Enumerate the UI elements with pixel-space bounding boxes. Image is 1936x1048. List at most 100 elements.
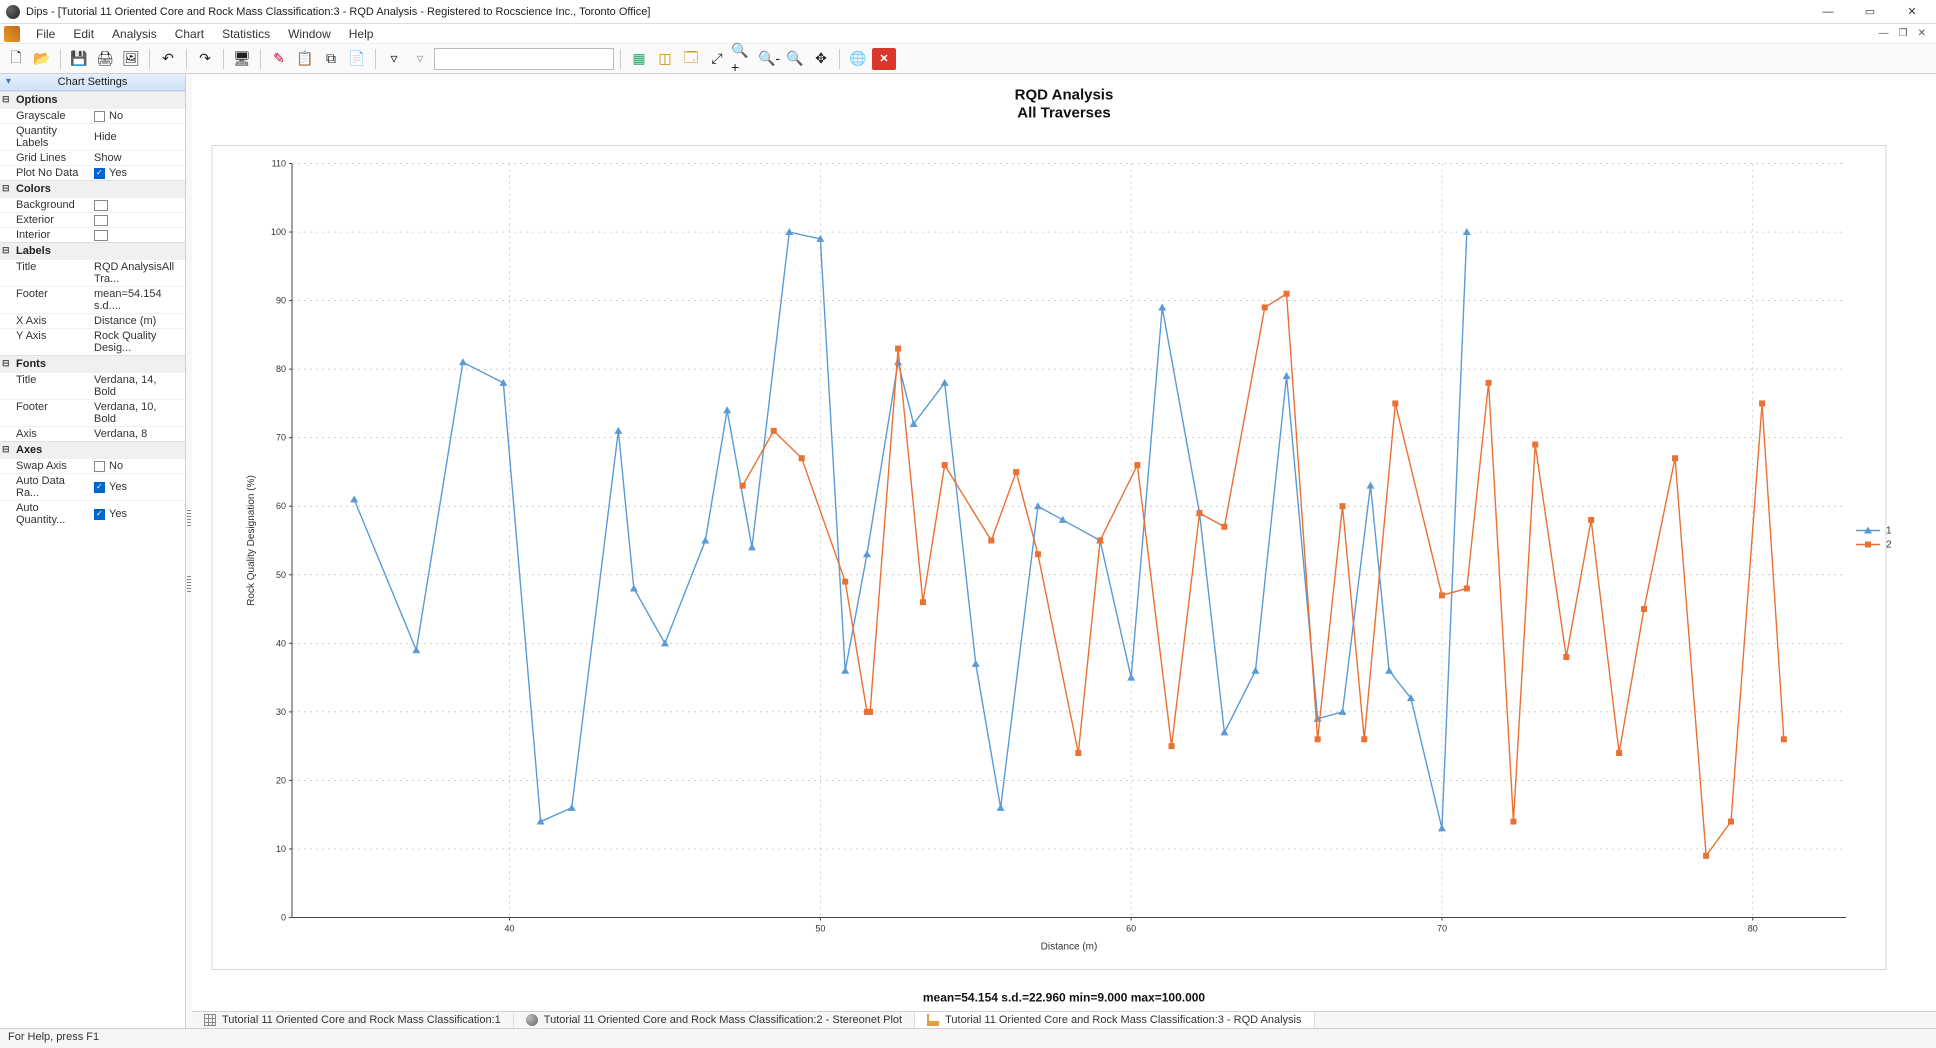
copy-image-icon[interactable]: 🖼 bbox=[119, 47, 143, 71]
screen-icon[interactable]: 🖥 bbox=[230, 47, 254, 71]
prop-row[interactable]: X AxisDistance (m) bbox=[0, 313, 185, 328]
prop-value[interactable]: Yes bbox=[90, 166, 185, 180]
window-icon[interactable]: 🗔 bbox=[679, 47, 703, 71]
doc-tab[interactable]: Tutorial 11 Oriented Core and Rock Mass … bbox=[192, 1012, 514, 1028]
menu-help[interactable]: Help bbox=[341, 25, 382, 43]
checkbox-icon[interactable] bbox=[94, 461, 105, 472]
close-button[interactable]: ✕ bbox=[1900, 3, 1924, 21]
color-swatch[interactable] bbox=[94, 230, 108, 241]
prop-value[interactable]: No bbox=[90, 109, 185, 123]
x-tick-label: 70 bbox=[1437, 924, 1447, 934]
data-marker bbox=[1097, 538, 1103, 544]
prop-row[interactable]: GrayscaleNo bbox=[0, 108, 185, 123]
close-view-button[interactable]: ✕ bbox=[872, 48, 896, 70]
checkbox-icon[interactable] bbox=[94, 482, 105, 493]
zoom-out-icon[interactable]: 🔍- bbox=[757, 47, 781, 71]
prop-row[interactable]: Auto Data Ra...Yes bbox=[0, 473, 185, 500]
save-icon[interactable]: 💾 bbox=[67, 47, 91, 71]
menu-analysis[interactable]: Analysis bbox=[104, 25, 165, 43]
checkbox-icon[interactable] bbox=[94, 168, 105, 179]
fit-extents-icon[interactable]: ⤢ bbox=[705, 47, 729, 71]
prop-row[interactable]: TitleVerdana, 14, Bold bbox=[0, 372, 185, 399]
prop-value[interactable]: Distance (m) bbox=[90, 314, 185, 328]
maximize-button[interactable]: ▭ bbox=[1858, 3, 1882, 21]
filter-combo[interactable] bbox=[434, 48, 614, 70]
grid-icon bbox=[204, 1014, 216, 1026]
data-marker bbox=[412, 646, 420, 653]
prop-row[interactable]: Footermean=54.154 s.d.... bbox=[0, 286, 185, 313]
prop-value[interactable]: Show bbox=[90, 151, 185, 165]
globe-icon[interactable]: 🌐 bbox=[846, 47, 870, 71]
prop-row[interactable]: Exterior bbox=[0, 212, 185, 227]
doc-tab[interactable]: Tutorial 11 Oriented Core and Rock Mass … bbox=[514, 1012, 915, 1028]
open-file-icon[interactable]: 📂 bbox=[30, 47, 54, 71]
menu-window[interactable]: Window bbox=[280, 25, 339, 43]
paste-icon[interactable]: 📄 bbox=[345, 47, 369, 71]
prop-category[interactable]: Options bbox=[0, 91, 185, 108]
redo-icon[interactable]: ↷ bbox=[193, 47, 217, 71]
grid-view-icon[interactable]: ▦ bbox=[627, 47, 651, 71]
prop-category[interactable]: Labels bbox=[0, 242, 185, 259]
prop-value[interactable]: Verdana, 14, Bold bbox=[90, 373, 185, 399]
prop-value[interactable]: No bbox=[90, 459, 185, 473]
prop-value[interactable]: Hide bbox=[90, 124, 185, 150]
prop-value[interactable]: Rock Quality Desig... bbox=[90, 329, 185, 355]
checkbox-icon[interactable] bbox=[94, 111, 105, 122]
main-toolbar: 🗋 📂 💾 🖨 🖼 ↶ ↷ 🖥 ✎ 📋 ⧉ 📄 ▿ ▿ ▦ ◫ 🗔 ⤢ 🔍+ 🔍… bbox=[0, 44, 1936, 74]
minimize-button[interactable]: — bbox=[1816, 3, 1840, 21]
clipboard-icon[interactable]: 📋 bbox=[293, 47, 317, 71]
pan-icon[interactable]: ✥ bbox=[809, 47, 833, 71]
filter-icon[interactable]: ▿ bbox=[382, 47, 406, 71]
prop-value[interactable]: mean=54.154 s.d.... bbox=[90, 287, 185, 313]
prop-row[interactable]: FooterVerdana, 10, Bold bbox=[0, 399, 185, 426]
menu-statistics[interactable]: Statistics bbox=[214, 25, 278, 43]
panel-title[interactable]: Chart Settings bbox=[0, 74, 185, 91]
prop-row[interactable]: Interior bbox=[0, 227, 185, 242]
zoom-in-icon[interactable]: 🔍+ bbox=[731, 47, 755, 71]
color-swatch[interactable] bbox=[94, 215, 108, 226]
prop-row[interactable]: Grid LinesShow bbox=[0, 150, 185, 165]
undo-icon[interactable]: ↶ bbox=[156, 47, 180, 71]
prop-category[interactable]: Axes bbox=[0, 441, 185, 458]
prop-row[interactable]: AxisVerdana, 8 bbox=[0, 426, 185, 441]
data-marker bbox=[723, 406, 731, 413]
prop-category[interactable]: Fonts bbox=[0, 355, 185, 372]
checkbox-icon[interactable] bbox=[94, 509, 105, 520]
menu-edit[interactable]: Edit bbox=[65, 25, 102, 43]
mdi-minimize-button[interactable]: — bbox=[1879, 28, 1889, 39]
prop-value[interactable]: Yes bbox=[90, 501, 185, 527]
prop-value[interactable]: RQD AnalysisAll Tra... bbox=[90, 260, 185, 286]
menu-file[interactable]: File bbox=[28, 25, 63, 43]
mdi-restore-button[interactable]: ❐ bbox=[1899, 28, 1908, 39]
prop-row[interactable]: Background bbox=[0, 197, 185, 212]
prop-value[interactable]: Verdana, 8 bbox=[90, 427, 185, 441]
print-icon[interactable]: 🖨 bbox=[93, 47, 117, 71]
prop-value-text: Verdana, 14, Bold bbox=[94, 374, 181, 398]
property-grid[interactable]: OptionsGrayscaleNoQuantity LabelsHideGri… bbox=[0, 91, 185, 1028]
prop-row[interactable]: Plot No DataYes bbox=[0, 165, 185, 180]
doc-tab[interactable]: Tutorial 11 Oriented Core and Rock Mass … bbox=[915, 1012, 1314, 1028]
new-file-icon[interactable]: 🗋 bbox=[4, 47, 28, 71]
prop-row[interactable]: Quantity LabelsHide bbox=[0, 123, 185, 150]
data-marker bbox=[1672, 455, 1678, 461]
prop-value[interactable]: Yes bbox=[90, 474, 185, 500]
prop-value[interactable] bbox=[90, 198, 185, 212]
data-marker bbox=[1339, 708, 1347, 715]
prop-value[interactable] bbox=[90, 213, 185, 227]
prop-row[interactable]: Auto Quantity...Yes bbox=[0, 500, 185, 527]
zoom-reset-icon[interactable]: 🔍 bbox=[783, 47, 807, 71]
split-view-icon[interactable]: ◫ bbox=[653, 47, 677, 71]
prop-row[interactable]: Swap AxisNo bbox=[0, 458, 185, 473]
edit-icon[interactable]: ✎ bbox=[267, 47, 291, 71]
prop-category[interactable]: Colors bbox=[0, 180, 185, 197]
color-swatch[interactable] bbox=[94, 200, 108, 211]
chart-subtitle: All Traverses bbox=[1017, 105, 1110, 122]
filter-clear-icon[interactable]: ▿ bbox=[408, 47, 432, 71]
prop-row[interactable]: Y AxisRock Quality Desig... bbox=[0, 328, 185, 355]
prop-row[interactable]: TitleRQD AnalysisAll Tra... bbox=[0, 259, 185, 286]
menu-chart[interactable]: Chart bbox=[167, 25, 212, 43]
prop-value[interactable] bbox=[90, 228, 185, 242]
copy-icon[interactable]: ⧉ bbox=[319, 47, 343, 71]
mdi-close-button[interactable]: ✕ bbox=[1918, 28, 1926, 39]
prop-value[interactable]: Verdana, 10, Bold bbox=[90, 400, 185, 426]
